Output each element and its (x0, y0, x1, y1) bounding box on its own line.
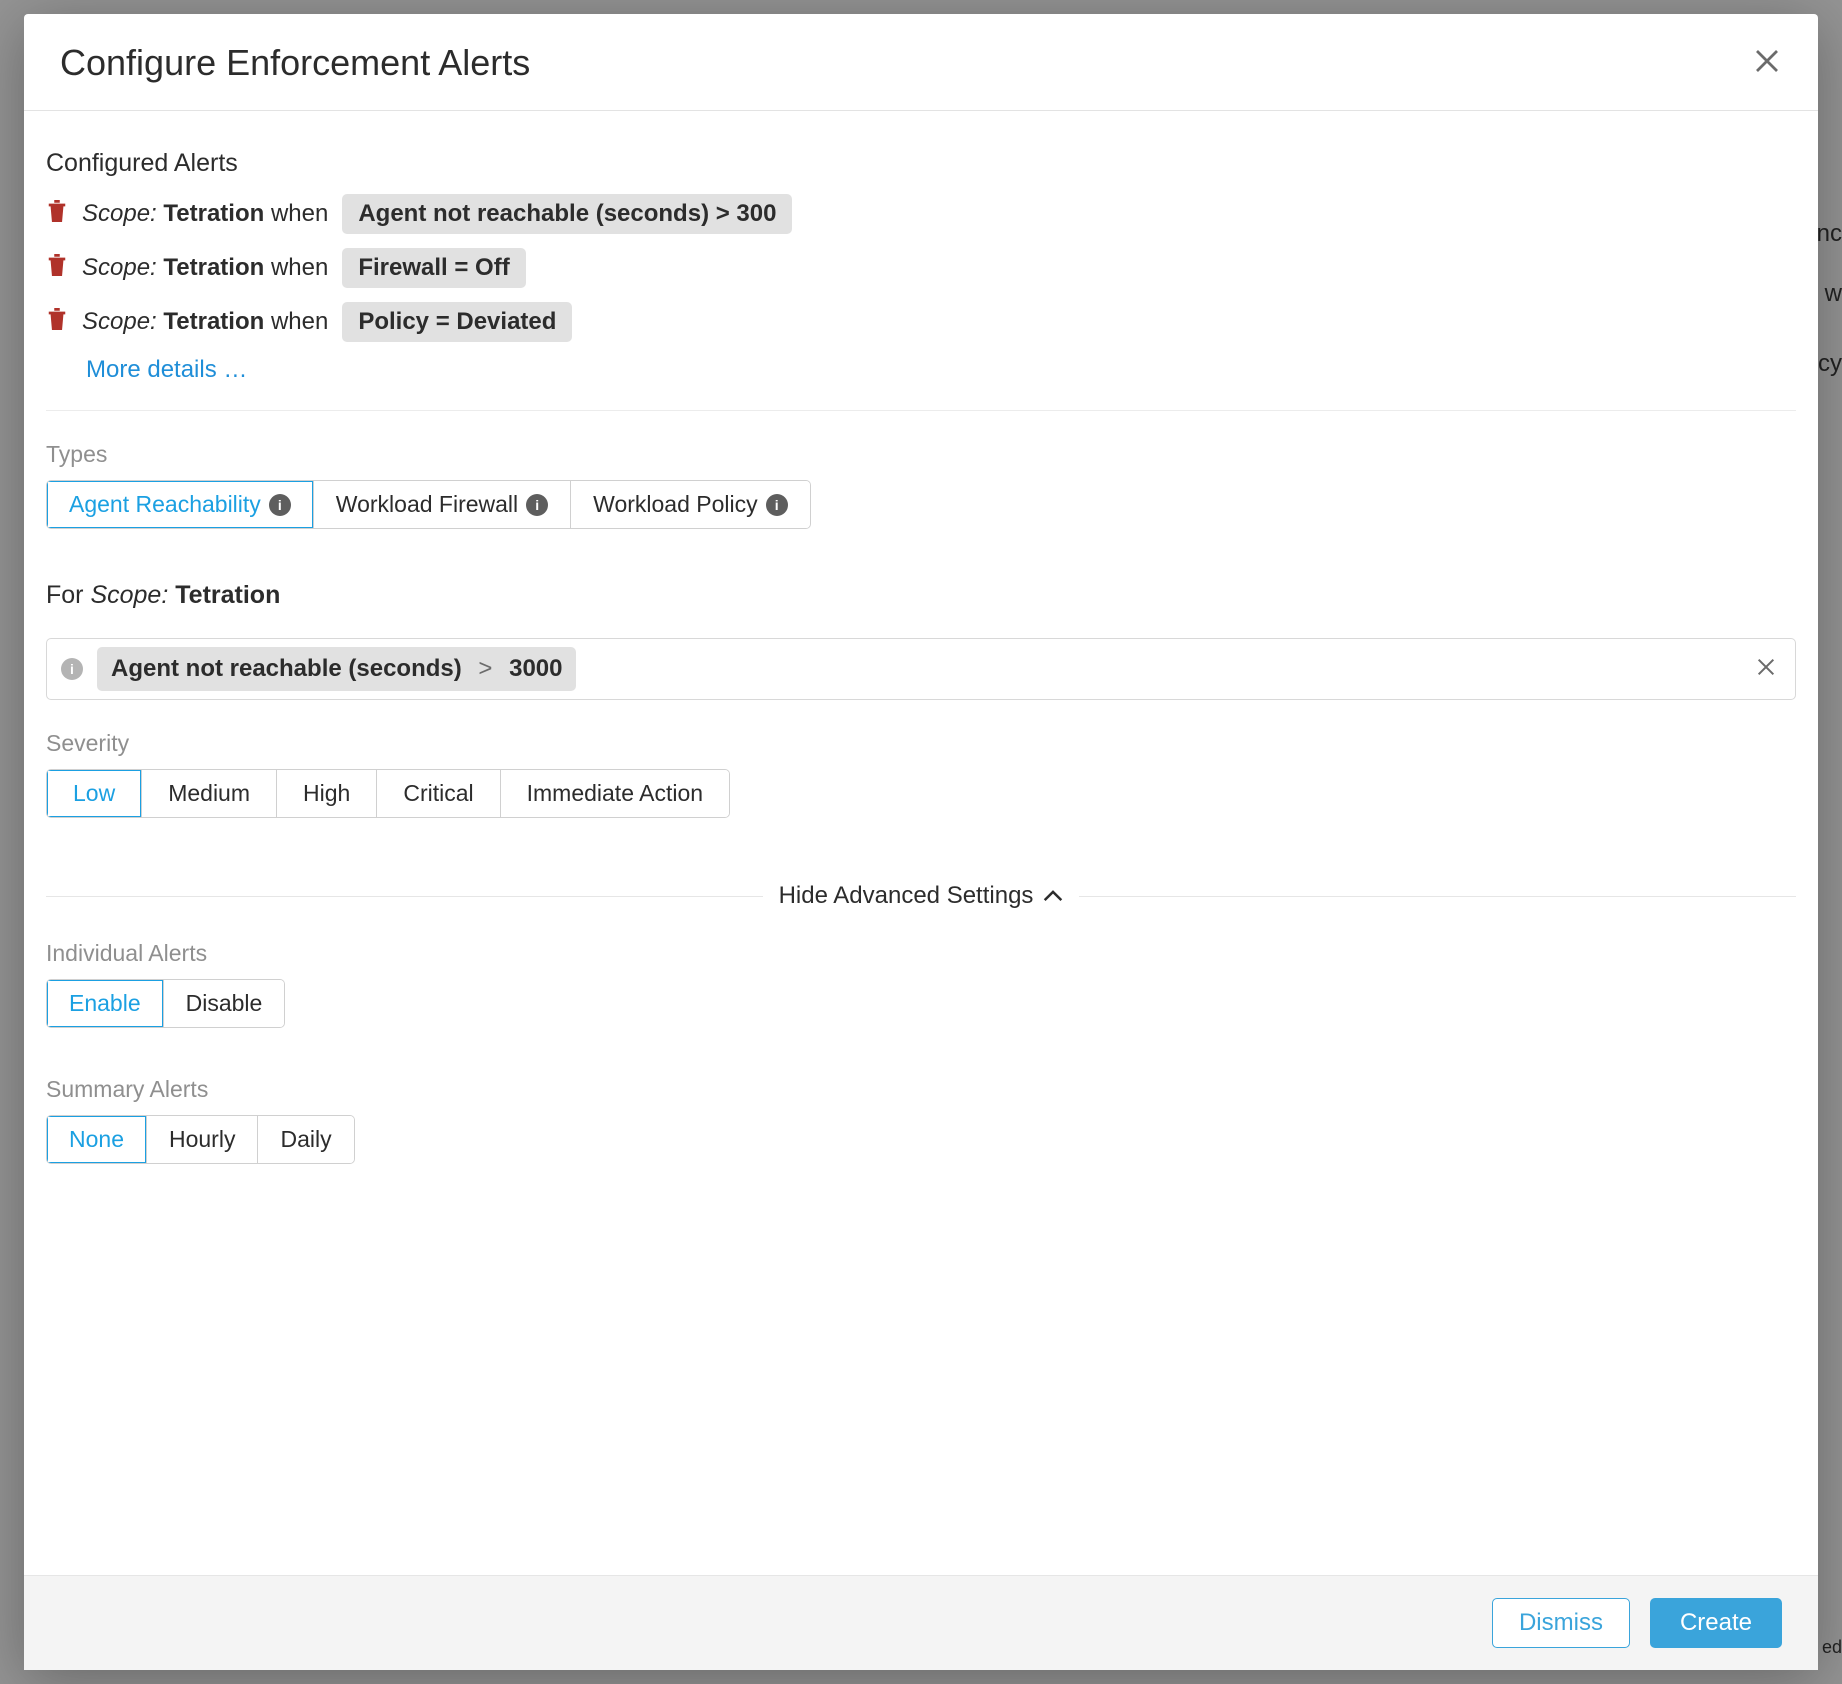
advanced-toggle-label: Hide Advanced Settings (779, 882, 1034, 910)
severity-low[interactable]: Low (47, 770, 142, 817)
summary-alerts-heading: Summary Alerts (46, 1076, 1796, 1103)
type-label: Workload Policy (593, 491, 757, 518)
configured-alert-row: Scope: Tetration when Policy = Deviated (46, 302, 1796, 342)
clear-condition-button[interactable] (1755, 656, 1777, 683)
info-icon[interactable]: i (61, 658, 83, 680)
types-heading: Types (46, 441, 1796, 468)
configured-alerts-list: Scope: Tetration when Agent not reachabl… (46, 194, 1796, 342)
bg-text: w (1825, 280, 1842, 308)
severity-high[interactable]: High (277, 770, 377, 817)
scope-label: Scope: (90, 581, 168, 609)
condition-pill: Policy = Deviated (342, 302, 572, 342)
individual-enable[interactable]: Enable (47, 980, 164, 1027)
info-icon[interactable]: i (526, 494, 548, 516)
for-prefix: For (46, 581, 84, 609)
condition-input[interactable]: i Agent not reachable (seconds) > 3000 (46, 638, 1796, 700)
scope-label: Scope: (82, 200, 157, 227)
configured-alert-row: Scope: Tetration when Firewall = Off (46, 248, 1796, 288)
when-label: when (271, 254, 328, 281)
summary-none[interactable]: None (47, 1116, 147, 1163)
chevron-up-icon (1043, 882, 1063, 910)
dismiss-button[interactable]: Dismiss (1492, 1598, 1630, 1648)
for-scope-label: For Scope: Tetration (46, 581, 1796, 610)
alert-scope-text: Scope: Tetration when (82, 254, 328, 282)
bg-text: nc (1817, 220, 1842, 248)
condition-pill: Firewall = Off (342, 248, 525, 288)
trash-icon[interactable] (46, 306, 68, 339)
type-label: Workload Firewall (336, 491, 518, 518)
type-label: Agent Reachability (69, 491, 261, 518)
condition-input-pill[interactable]: Agent not reachable (seconds) > 3000 (97, 647, 576, 691)
modal-header: Configure Enforcement Alerts (24, 14, 1818, 111)
info-icon[interactable]: i (766, 494, 788, 516)
summary-hourly[interactable]: Hourly (147, 1116, 258, 1163)
modal-footer: Dismiss Create (24, 1575, 1818, 1670)
trash-icon[interactable] (46, 252, 68, 285)
scope-label: Scope: (82, 254, 157, 281)
scope-value: Tetration (163, 200, 264, 227)
configured-alert-row: Scope: Tetration when Agent not reachabl… (46, 194, 1796, 234)
scope-value: Tetration (163, 254, 264, 281)
scope-value: Tetration (163, 308, 264, 335)
type-agent-reachability[interactable]: Agent Reachability i (47, 481, 314, 528)
severity-heading: Severity (46, 730, 1796, 757)
alert-scope-text: Scope: Tetration when (82, 308, 328, 336)
summary-alerts-segmented: None Hourly Daily (46, 1115, 355, 1164)
close-button[interactable] (1752, 46, 1782, 81)
bg-text: ed (1822, 1637, 1842, 1658)
alert-scope-text: Scope: Tetration when (82, 200, 328, 228)
severity-immediate-action[interactable]: Immediate Action (501, 770, 729, 817)
severity-critical[interactable]: Critical (377, 770, 500, 817)
create-button[interactable]: Create (1650, 1598, 1782, 1648)
scope-value: Tetration (175, 581, 280, 609)
modal-body: Configured Alerts Scope: Tetration when … (24, 111, 1818, 1575)
individual-disable[interactable]: Disable (164, 980, 285, 1027)
severity-segmented: Low Medium High Critical Immediate Actio… (46, 769, 730, 818)
condition-pill: Agent not reachable (seconds) > 300 (342, 194, 792, 234)
summary-daily[interactable]: Daily (258, 1116, 353, 1163)
condition-operator: > (478, 655, 492, 682)
type-workload-firewall[interactable]: Workload Firewall i (314, 481, 571, 528)
condition-metric: Agent not reachable (seconds) (111, 655, 462, 682)
advanced-settings-toggle[interactable]: Hide Advanced Settings (46, 882, 1796, 910)
severity-medium[interactable]: Medium (142, 770, 277, 817)
info-icon[interactable]: i (269, 494, 291, 516)
individual-alerts-heading: Individual Alerts (46, 940, 1796, 967)
individual-alerts-segmented: Enable Disable (46, 979, 285, 1028)
types-segmented: Agent Reachability i Workload Firewall i… (46, 480, 811, 529)
enforcement-alerts-modal: Configure Enforcement Alerts Configured … (24, 14, 1818, 1670)
when-label: when (271, 308, 328, 335)
configured-alerts-heading: Configured Alerts (46, 149, 1796, 178)
scope-label: Scope: (82, 308, 157, 335)
type-workload-policy[interactable]: Workload Policy i (571, 481, 809, 528)
trash-icon[interactable] (46, 198, 68, 231)
more-details-link[interactable]: More details … (86, 356, 1796, 384)
bg-text: cy (1818, 350, 1842, 378)
modal-title: Configure Enforcement Alerts (60, 42, 530, 84)
when-label: when (271, 200, 328, 227)
condition-value: 3000 (509, 655, 562, 682)
